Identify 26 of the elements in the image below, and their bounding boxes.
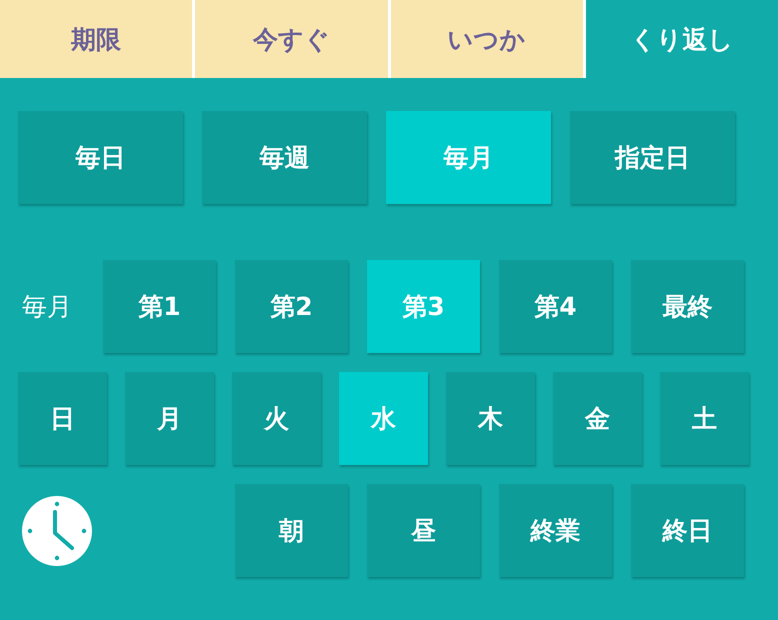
week-button[interactable]: 第2 xyxy=(235,260,348,353)
frequency-button[interactable]: 指定日 xyxy=(570,111,735,204)
row-label: 毎月 xyxy=(21,291,73,323)
frequency-button[interactable]: 毎月 xyxy=(386,111,551,204)
frequency-button[interactable]: 毎日 xyxy=(18,111,183,204)
tab[interactable]: 今すぐ xyxy=(195,0,388,78)
weekday-button[interactable]: 月 xyxy=(125,372,214,465)
week-button[interactable]: 第3 xyxy=(367,260,480,353)
week-button[interactable]: 第4 xyxy=(499,260,612,353)
week-button[interactable]: 最終 xyxy=(631,260,744,353)
time-button[interactable]: 終業 xyxy=(499,484,612,577)
weekday-button[interactable]: 金 xyxy=(553,372,642,465)
time-button[interactable]: 朝 xyxy=(235,484,348,577)
clock-icon xyxy=(21,494,93,566)
weekday-button[interactable]: 土 xyxy=(660,372,749,465)
weekday-button[interactable]: 木 xyxy=(446,372,535,465)
tab[interactable]: 期限 xyxy=(0,0,192,78)
frequency-button[interactable]: 毎週 xyxy=(202,111,367,204)
tab[interactable]: いつか xyxy=(390,0,583,78)
weekday-button[interactable]: 水 xyxy=(339,372,428,465)
tab[interactable]: くり返し xyxy=(586,0,778,79)
weekday-button[interactable]: 日 xyxy=(18,372,107,465)
weekday-button[interactable]: 火 xyxy=(232,372,321,465)
week-button[interactable]: 第1 xyxy=(103,260,216,353)
time-button[interactable]: 昼 xyxy=(367,484,480,577)
time-button[interactable]: 終日 xyxy=(631,484,744,577)
